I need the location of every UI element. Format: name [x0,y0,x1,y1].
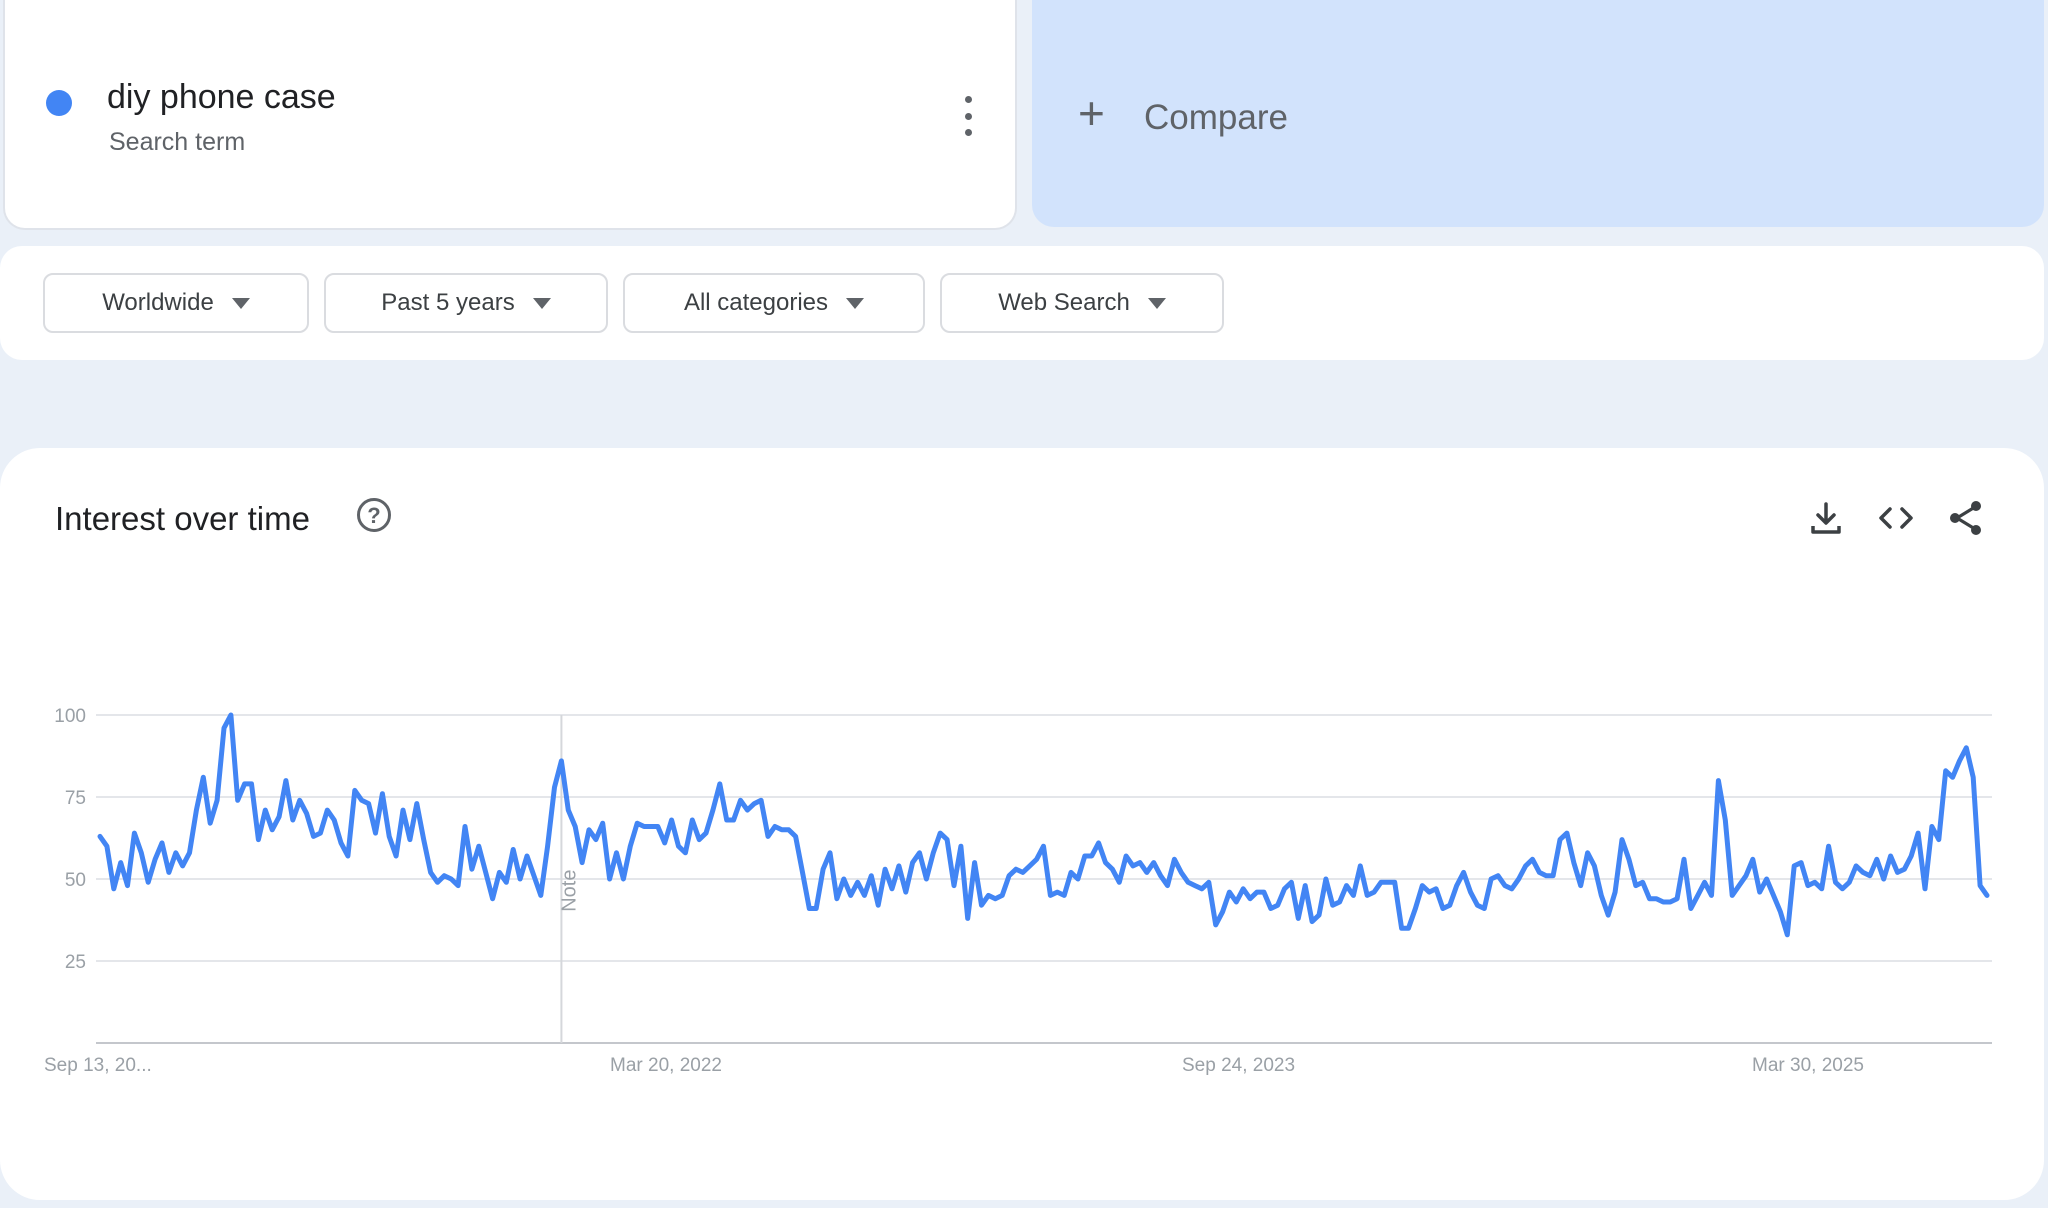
y-tick-label: 75 [65,788,86,809]
y-tick-label: 50 [65,870,86,891]
series-line [97,712,1990,938]
filter-search-type-label: Web Search [998,289,1130,316]
y-tick-label: 100 [54,706,86,727]
help-circle-icon[interactable]: ? [357,498,391,532]
plus-icon: + [1078,87,1105,139]
term-type-label: Search term [109,128,246,156]
filter-bar: Worldwide Past 5 years All categories We… [0,246,2044,360]
chart-title: Interest over time [55,500,310,537]
filter-time-range[interactable]: Past 5 years [324,273,608,333]
filter-category-label: All categories [683,289,829,316]
dropdown-arrow-icon [231,297,250,309]
filter-search-type[interactable]: Web Search [940,273,1224,333]
compare-button[interactable]: + Compare [1032,0,2044,227]
dropdown-arrow-icon [846,297,865,309]
dropdown-arrow-icon [532,297,551,309]
filter-time-range-label: Past 5 years [381,289,515,316]
dropdown-arrow-icon [1147,297,1166,309]
share-icon[interactable] [1946,498,1986,538]
term-name[interactable]: diy phone case [107,78,336,117]
filter-location[interactable]: Worldwide [43,273,309,333]
y-tick-label: 25 [65,952,86,973]
note-annotation: Note [558,870,580,912]
filter-category[interactable]: All categories [623,273,925,333]
filter-location-label: Worldwide [102,289,214,316]
x-tick-label: Sep 24, 2023 [1182,1055,1295,1076]
x-tick-label: Mar 20, 2022 [610,1055,722,1076]
embed-code-icon[interactable] [1876,498,1916,538]
more-vert-icon[interactable] [961,96,975,136]
term-color-dot [46,90,72,116]
line-chart: 25 50 75 100 Note Sep 13, 20... Mar 20, 2022 Se… [44,706,1992,1076]
compare-label: Compare [1144,98,1288,137]
x-tick-label: Mar 30, 2025 [1752,1055,1864,1076]
search-term-card: diy phone case Search term [3,0,1017,230]
interest-over-time-card: 25 50 75 100 Note Sep 13, 20... Mar 20, 2022 Se… [0,448,2044,1200]
download-icon[interactable] [1806,498,1846,538]
x-tick-label: Sep 13, 20... [44,1055,152,1076]
